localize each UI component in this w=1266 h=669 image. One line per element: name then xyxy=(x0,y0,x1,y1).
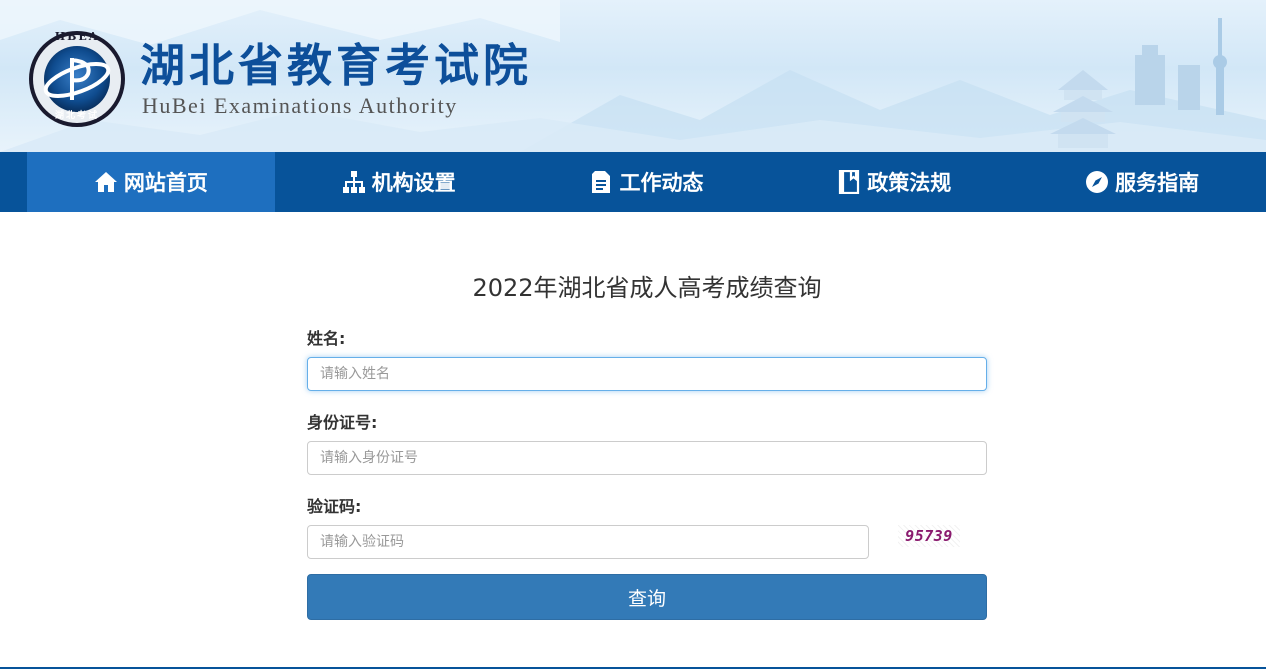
site-title-en: HuBei Examinations Authority xyxy=(142,93,458,118)
compass-icon xyxy=(1086,171,1109,193)
name-input[interactable] xyxy=(307,357,987,391)
captcha-label: 验证码: xyxy=(307,497,362,516)
home-icon xyxy=(94,172,117,192)
header-banner: HBEA 湖北考试 湖北省教育考试院 HuBei Examinations Au… xyxy=(0,0,1266,152)
nav-item-label: 工作动态 xyxy=(619,171,704,195)
captcha-input[interactable] xyxy=(307,525,869,559)
nav-item-label: 网站首页 xyxy=(123,171,208,195)
nav-item-service[interactable]: 服务指南 xyxy=(1018,152,1266,212)
id-number-input[interactable] xyxy=(307,441,987,475)
logo-badge-bottom-text: 湖北考试 xyxy=(54,111,99,121)
nav-item-organization[interactable]: 机构设置 xyxy=(275,152,523,212)
nav-item-label: 服务指南 xyxy=(1115,171,1200,195)
page-title: 2022年湖北省成人高考成绩查询 xyxy=(472,274,822,302)
captcha-row: 95739 xyxy=(307,525,987,559)
id-number-label: 身份证号: xyxy=(307,413,378,432)
nav-item-label: 机构设置 xyxy=(371,171,456,195)
nav-item-home[interactable]: 网站首页 xyxy=(27,152,275,212)
captcha-image[interactable]: 95739 xyxy=(898,525,960,547)
score-query-form: 姓名: 身份证号: 验证码: 95739 查询 xyxy=(307,326,987,620)
org-chart-icon xyxy=(342,171,365,193)
nav-item-news[interactable]: 工作动态 xyxy=(523,152,771,212)
main-nav: 网站首页 机构设置 工作动态 政策法规 服务指南 xyxy=(0,152,1266,212)
query-button[interactable]: 查询 xyxy=(307,574,987,620)
logo-badge-text: HBEA xyxy=(54,30,100,43)
document-icon xyxy=(592,171,611,193)
name-label: 姓名: xyxy=(307,329,346,348)
site-title-cn[interactable]: 湖北省教育考试院 xyxy=(140,40,532,92)
nav-item-label: 政策法规 xyxy=(867,171,952,195)
nav-item-policy[interactable]: 政策法规 xyxy=(770,152,1018,212)
book-icon xyxy=(839,170,860,194)
